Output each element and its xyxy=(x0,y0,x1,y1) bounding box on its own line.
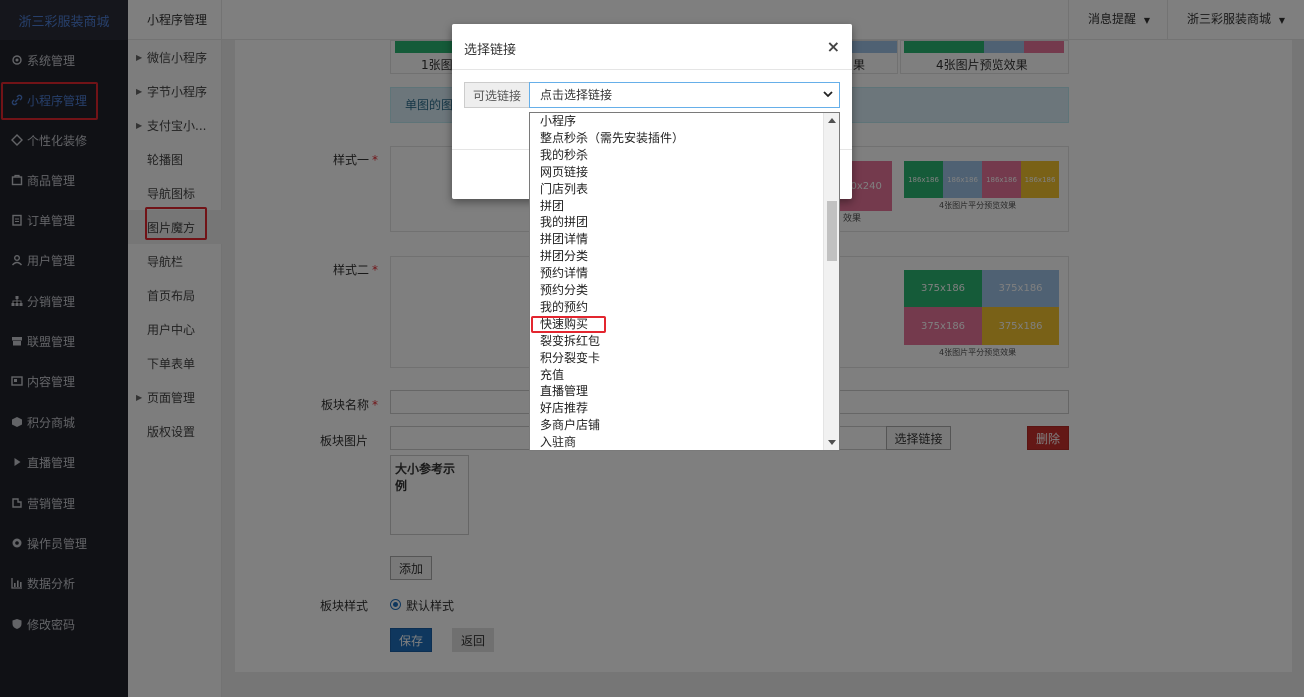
modal-title: 选择链接 xyxy=(464,43,517,58)
link-option[interactable]: 充值 xyxy=(530,367,824,384)
link-option[interactable]: 我的预约 xyxy=(530,299,824,316)
dropdown-scrollbar[interactable] xyxy=(823,113,839,450)
link-option[interactable]: 多商户店铺 xyxy=(530,417,824,434)
scroll-down-icon[interactable] xyxy=(828,440,836,445)
link-option[interactable]: 直播管理 xyxy=(530,383,824,400)
link-option[interactable]: 小程序 xyxy=(530,113,824,130)
link-option[interactable]: 快速购买 xyxy=(530,316,824,333)
scroll-up-icon[interactable] xyxy=(828,118,836,123)
link-option[interactable]: 积分裂变卡 xyxy=(530,350,824,367)
link-option[interactable]: 整点秒杀（需先安装插件） xyxy=(530,130,824,147)
link-addon-label: 可选链接 xyxy=(464,82,529,108)
link-option[interactable]: 我的秒杀 xyxy=(530,147,824,164)
link-select-value: 点击选择链接 xyxy=(540,88,613,102)
link-option[interactable]: 拼团 xyxy=(530,198,824,215)
link-options-dropdown: 小程序 整点秒杀（需先安装插件） 我的秒杀 网页链接 门店列表 拼团 我的拼团 拼团详情 拼团分… xyxy=(529,112,840,451)
link-option[interactable]: 门店列表 xyxy=(530,181,824,198)
link-option[interactable]: 拼团详情 xyxy=(530,231,824,248)
link-option[interactable]: 预约详情 xyxy=(530,265,824,282)
link-option[interactable]: 裂变拆红包 xyxy=(530,333,824,350)
link-option[interactable]: 好店推荐 xyxy=(530,400,824,417)
link-option[interactable]: 拼团分类 xyxy=(530,248,824,265)
link-option[interactable]: 入驻商 xyxy=(530,434,824,450)
scroll-thumb[interactable] xyxy=(827,201,837,261)
close-icon[interactable]: × xyxy=(827,37,840,56)
link-select[interactable]: 点击选择链接 xyxy=(529,82,840,108)
modal-header: 选择链接 × xyxy=(452,24,852,70)
link-option[interactable]: 预约分类 xyxy=(530,282,824,299)
chevron-down-icon xyxy=(823,91,833,98)
link-option[interactable]: 网页链接 xyxy=(530,164,824,181)
link-option[interactable]: 我的拼团 xyxy=(530,214,824,231)
